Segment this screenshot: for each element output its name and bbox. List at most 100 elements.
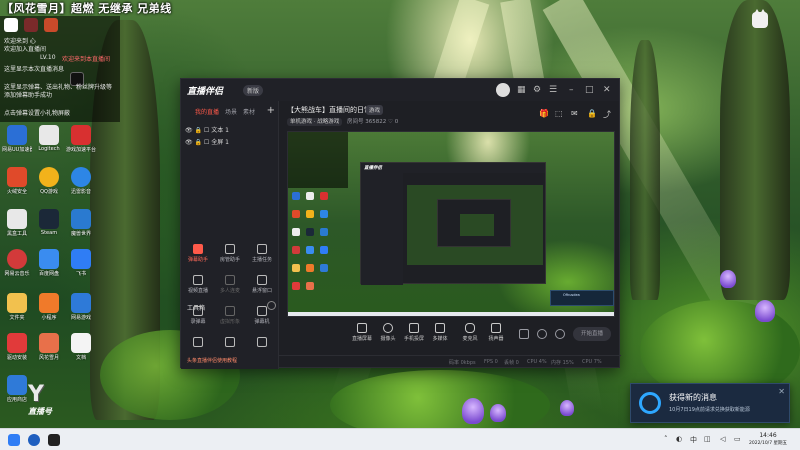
left-panel: 我的直播 场景 素材 + 👁 🔒 ☐ 文本 1 👁 🔒 ☐ 全屏 1 工具箱 [181, 101, 279, 369]
clock[interactable]: 14:46 2022/10/7 星期五 [748, 432, 788, 448]
desktop-icon[interactable]: Steam [34, 209, 64, 236]
chat-message: 点击弹幕设置小礼物屏蔽 [4, 110, 71, 117]
menu-icon[interactable]: ☰ [549, 84, 557, 96]
close-icon[interactable]: ✕ [778, 387, 785, 396]
start-live-button[interactable]: 开始直播 [573, 327, 611, 341]
play-icon [435, 323, 445, 333]
volume-icon[interactable]: ◁ [720, 435, 725, 443]
desktop-icon[interactable]: 百度网盘 [34, 249, 64, 277]
tool-streamer-task[interactable]: 主播任务 [247, 244, 277, 263]
battery-icon[interactable]: ▭ [734, 435, 741, 443]
steam-icon [39, 209, 59, 229]
tool-floating-window[interactable]: 悬浮窗口 [247, 275, 277, 294]
settings-icon[interactable] [555, 329, 565, 339]
chat-message: 欢迎来到本直播间 [62, 56, 111, 63]
tab-scene[interactable]: 场景 [225, 107, 237, 116]
notification-toast[interactable]: 获得新的消息 10月7日19点前请求兑换获取新能源 ✕ [630, 383, 790, 423]
uu-accelerator-icon [7, 125, 27, 145]
preview-toast: Ofhusdea [550, 290, 614, 306]
tray-app-icon[interactable]: ◐ [676, 435, 682, 443]
scene-item[interactable]: 👁 🔒 ☐ 文本 1 [185, 125, 229, 134]
tool-virtual-avatar[interactable]: 虚拟形象 [215, 306, 245, 325]
maximize-icon[interactable]: □ [585, 84, 594, 96]
desktop-icon[interactable]: 文件夹 [2, 293, 32, 321]
record-icon[interactable]: ⬚ [555, 109, 563, 118]
flower [490, 404, 506, 422]
close-icon[interactable]: ✕ [603, 84, 611, 96]
settings-icon[interactable]: ⚙ [533, 84, 541, 96]
tab-material[interactable]: 素材 [243, 107, 255, 116]
share-icon[interactable]: ⤴ [603, 109, 611, 120]
preview-chat-overlay [288, 132, 348, 188]
phone-cast-button[interactable]: 手机投屏 [401, 323, 427, 342]
room-category-badge: 游戏 [366, 105, 384, 115]
room-title: 【大熊战车】直播间的日常 [287, 106, 371, 114]
desktop-icon[interactable]: 火绒安全 [2, 167, 32, 195]
desktop-icon[interactable]: QQ游戏 [34, 167, 64, 195]
tool-danmaku-machine[interactable]: 弹幕机 [247, 306, 277, 325]
network-icon[interactable]: ◫ [704, 435, 711, 443]
desktop-icon[interactable]: 网易云音乐 [2, 249, 32, 277]
language-indicator[interactable]: 中 [690, 435, 697, 445]
desktop-icon[interactable]: Logitech [34, 125, 64, 152]
desktop-icon[interactable]: 网易UU加速器 [2, 125, 32, 153]
speaker-button[interactable]: 扬声器 [483, 323, 509, 342]
record-icon[interactable] [537, 329, 547, 339]
desktop-icon[interactable]: 魔兽世界 [66, 209, 96, 237]
netease-game-icon [71, 293, 91, 313]
chevron-up-icon[interactable]: ˄ [664, 435, 668, 443]
avatar [4, 18, 18, 32]
netease-music-icon [7, 249, 27, 269]
live-companion-taskbar-icon[interactable] [48, 434, 60, 446]
search-icon[interactable] [28, 434, 40, 446]
gift-icon[interactable]: 🎁 [539, 109, 549, 118]
cat-icon[interactable] [752, 9, 768, 28]
add-icon[interactable]: + [267, 105, 275, 116]
game-platform-icon [71, 125, 91, 145]
mail-icon[interactable]: ✉ [571, 109, 578, 118]
tool-multi-mic[interactable]: 多人连麦 [215, 275, 245, 294]
desktop-icon[interactable]: 迅雷影音 [66, 167, 96, 195]
video-icon[interactable] [519, 329, 529, 339]
preview-icon [306, 282, 314, 290]
microphone-button[interactable]: 麦克风 [457, 323, 483, 342]
desktop-icon[interactable]: 黑盒工具 [2, 209, 32, 237]
warcraft-icon [71, 209, 91, 229]
screen-capture-button[interactable]: 直播屏幕 [349, 323, 375, 342]
preview-icon [306, 210, 314, 218]
category-pill[interactable]: 单机游戏 · 战略游戏 [287, 118, 343, 126]
live-preview[interactable]: 直播伴侣 Ofhusdea [287, 131, 615, 317]
tool-room-manager[interactable]: 房管助手 [215, 244, 245, 263]
tool-screen-record[interactable] [183, 337, 213, 347]
tool-download[interactable] [247, 337, 277, 347]
like-count: 0 [394, 119, 399, 125]
scene-item[interactable]: 👁 🔒 ☐ 全屏 1 [185, 137, 229, 146]
tool-danmaku-assistant[interactable]: 弹幕助手 [183, 244, 213, 263]
tab-my-live[interactable]: 我的直播 [195, 107, 219, 116]
title-bar: 直播伴侣 新版 ▦ ⚙ ☰ – □ ✕ [181, 79, 619, 101]
tutorial-link[interactable]: 头条直播伴侣使用教程 [187, 357, 237, 364]
desktop-icon[interactable]: 游戏加速平台 [66, 125, 96, 153]
desktop-icon[interactable]: 小程序 [34, 293, 64, 321]
lock-icon[interactable]: 🔒 [587, 109, 597, 118]
tool-pk[interactable] [215, 337, 245, 347]
grid-icon[interactable]: ▦ [517, 84, 526, 96]
camera-button[interactable]: 摄像头 [375, 323, 401, 342]
tool-video-live[interactable]: 视频直播 [183, 275, 213, 294]
chat-message: 欢迎加入直播间 [4, 46, 47, 53]
minimize-icon[interactable]: – [569, 84, 574, 96]
clock-date: 2022/10/7 星期五 [748, 441, 787, 446]
desktop-icon[interactable]: 风花雪月 [34, 333, 64, 361]
preview-icon [320, 192, 328, 200]
desktop-icon[interactable]: 驱动安装 [2, 333, 32, 361]
phone-icon [409, 323, 419, 333]
feishu-icon [71, 249, 91, 269]
user-avatar[interactable] [496, 83, 510, 97]
tool-record-danmaku[interactable]: 录弹幕 [183, 306, 213, 325]
desktop-icon[interactable]: 文档 [66, 333, 96, 361]
desktop-icon[interactable]: 飞书 [66, 249, 96, 277]
multimedia-button[interactable]: 多媒体 [427, 323, 453, 342]
start-icon[interactable] [8, 434, 20, 446]
desktop-icon[interactable]: 网易游戏 [66, 293, 96, 321]
download-icon [257, 337, 267, 347]
